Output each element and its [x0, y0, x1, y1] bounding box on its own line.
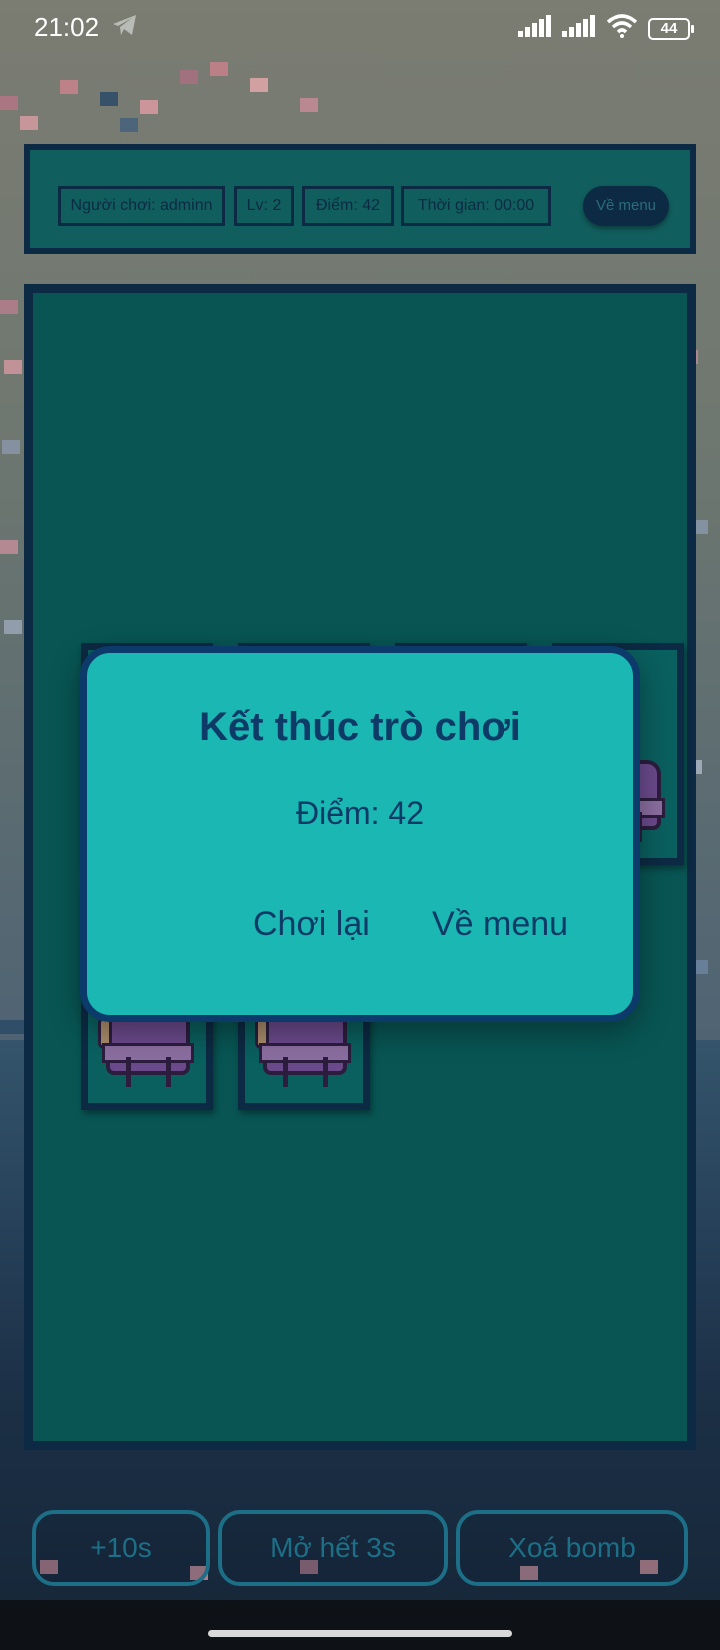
dialog-title: Kết thúc trò chơi	[199, 705, 521, 749]
replay-button[interactable]: Chơi lại	[253, 905, 370, 944]
reveal-all-button[interactable]: Mở hết 3s	[218, 1510, 448, 1586]
home-indicator[interactable]	[208, 1630, 512, 1637]
remove-bomb-button[interactable]: Xoá bomb	[456, 1510, 688, 1586]
game-over-dialog: Kết thúc trò chơi Điểm: 42 Chơi lại Về m…	[80, 646, 640, 1022]
back-to-menu-button[interactable]: Về menu	[432, 905, 568, 944]
add-time-button[interactable]: +10s	[32, 1510, 210, 1586]
dialog-score: Điểm: 42	[295, 795, 425, 831]
